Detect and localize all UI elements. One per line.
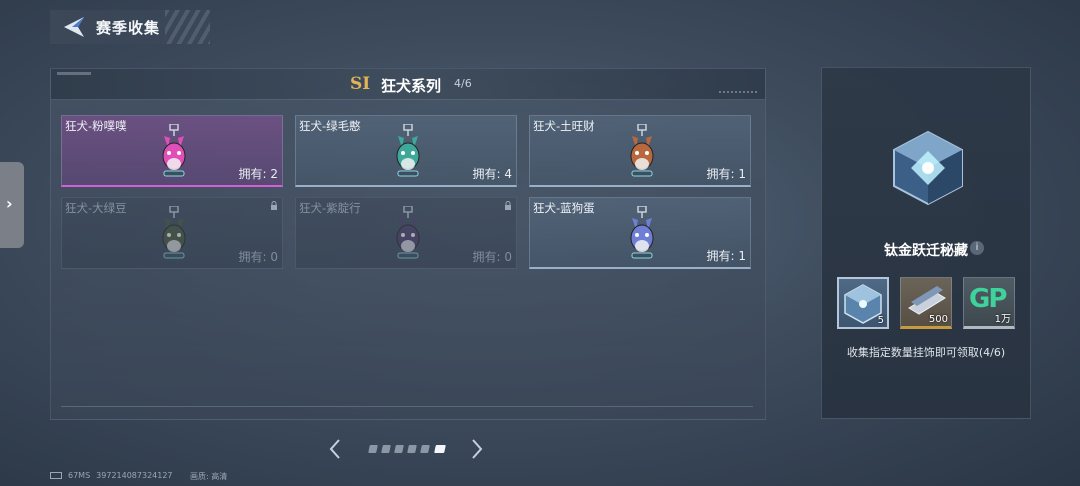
chevron-left-icon[interactable] bbox=[328, 438, 342, 460]
battery-icon bbox=[50, 472, 62, 479]
quality-text: 画质: 高清 bbox=[190, 472, 228, 481]
owned-count: 拥有: 0 bbox=[238, 250, 279, 264]
page-dot[interactable] bbox=[381, 445, 391, 453]
owned-count: 拥有: 4 bbox=[472, 167, 513, 181]
reward-item-gp[interactable]: GP 1万 bbox=[963, 277, 1015, 329]
page-title: 赛季收集 bbox=[96, 19, 161, 37]
collectible-card-locked[interactable]: 狂犬-紫腚行 拥有: 0 bbox=[295, 197, 517, 269]
header-decoration bbox=[57, 72, 91, 75]
collectible-card[interactable]: 狂犬-绿毛憨 拥有: 4 bbox=[295, 115, 517, 187]
header-decoration bbox=[719, 91, 759, 93]
lock-icon bbox=[271, 201, 277, 210]
collectible-card[interactable]: 狂犬-粉噗噗 拥有: 2 bbox=[61, 115, 283, 187]
side-expand-tab[interactable]: › bbox=[0, 162, 24, 248]
page-dot[interactable] bbox=[407, 445, 417, 453]
info-icon[interactable]: i bbox=[970, 241, 984, 255]
collectible-card-locked[interactable]: 狂犬-大绿豆 拥有: 0 bbox=[61, 197, 283, 269]
dog-charm-icon bbox=[396, 124, 420, 177]
collectible-card[interactable]: 狂犬-土旺财 拥有: 1 bbox=[529, 115, 751, 187]
page-dot[interactable] bbox=[420, 445, 430, 453]
card-name: 狂犬-绿毛憨 bbox=[299, 119, 361, 133]
reward-amount: 5 bbox=[877, 315, 884, 326]
collection-panel: SI 狂犬系列 4/6 狂犬-粉噗噗 拥有: 2 狂犬-绿毛憨 拥有: 4 狂犬… bbox=[50, 68, 766, 420]
dog-charm-icon bbox=[162, 206, 186, 259]
header-hatch-decoration bbox=[165, 10, 210, 44]
owned-count: 拥有: 2 bbox=[238, 167, 279, 181]
treasure-cube-icon[interactable] bbox=[888, 128, 968, 208]
owned-count: 拥有: 1 bbox=[706, 167, 747, 181]
card-name: 狂犬-紫腚行 bbox=[299, 201, 361, 215]
uid-text: 397214087324127 bbox=[96, 471, 173, 480]
page-dot-active[interactable] bbox=[434, 445, 446, 453]
owned-count: 拥有: 1 bbox=[706, 249, 747, 263]
ping-text: 67MS bbox=[68, 471, 91, 480]
dog-charm-icon bbox=[396, 206, 420, 259]
reward-panel: 钛金跃迁秘藏 i 5 500 GP 1万 收集指定数量挂饰即可领取(4/6) bbox=[821, 67, 1031, 419]
series-title: 狂犬系列 bbox=[381, 77, 442, 95]
status-footer: 67MS 397214087324127 bbox=[50, 471, 179, 480]
dog-charm-icon bbox=[630, 124, 654, 177]
reward-amount: 500 bbox=[928, 314, 948, 325]
dog-charm-icon bbox=[630, 206, 654, 259]
chevron-right-icon[interactable] bbox=[470, 438, 484, 460]
page-dot[interactable] bbox=[394, 445, 404, 453]
season-badge: SI bbox=[350, 74, 371, 94]
card-name: 狂犬-大绿豆 bbox=[65, 201, 127, 215]
reward-description: 收集指定数量挂饰即可领取(4/6) bbox=[846, 346, 1006, 359]
card-name: 狂犬-土旺财 bbox=[533, 119, 595, 133]
reward-amount: 1万 bbox=[994, 314, 1011, 325]
lock-icon bbox=[505, 201, 511, 210]
panel-header: SI 狂犬系列 4/6 bbox=[51, 69, 765, 100]
reward-name: 钛金跃迁秘藏 bbox=[884, 243, 968, 259]
dog-charm-icon bbox=[162, 124, 186, 177]
series-progress: 4/6 bbox=[454, 77, 472, 90]
panel-divider bbox=[61, 406, 753, 407]
card-name: 狂犬-粉噗噗 bbox=[65, 119, 127, 133]
card-name: 狂犬-蓝狗蛋 bbox=[533, 201, 595, 215]
page-dot[interactable] bbox=[368, 445, 378, 453]
owned-count: 拥有: 0 bbox=[472, 250, 513, 264]
collectible-card[interactable]: 狂犬-蓝狗蛋 拥有: 1 bbox=[529, 197, 751, 269]
reward-item-ticket[interactable]: 500 bbox=[900, 277, 952, 329]
chevron-right-icon: › bbox=[6, 194, 13, 213]
back-arrow-icon[interactable] bbox=[62, 16, 86, 38]
reward-item-cube[interactable]: 5 bbox=[837, 277, 889, 329]
